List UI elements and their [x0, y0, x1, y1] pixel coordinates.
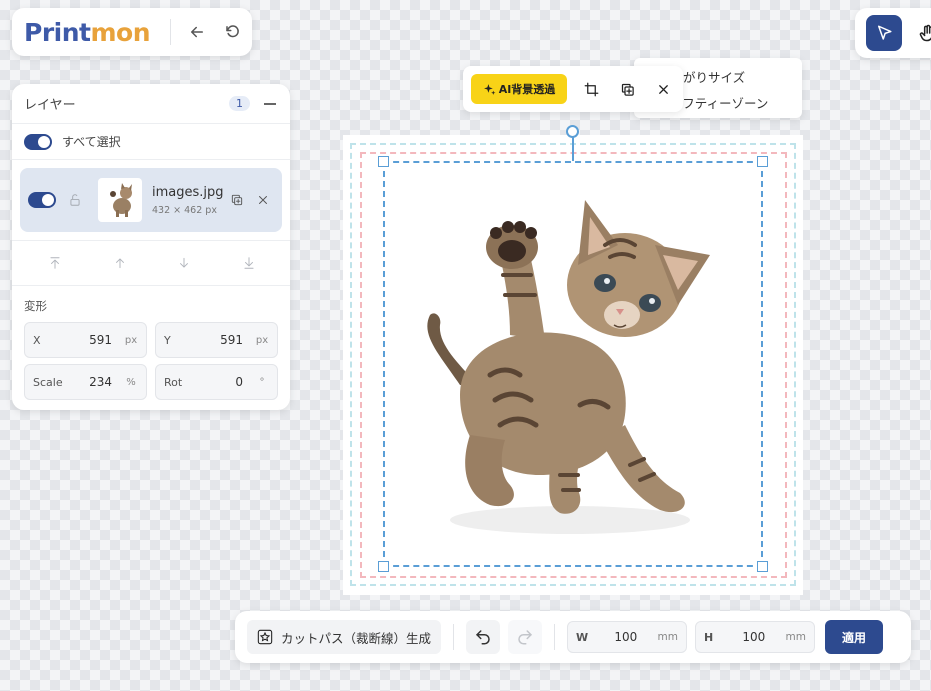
bottom-toolbar: カットパス（裁断線）生成 W 100 mm H 100 mm 適用 — [235, 611, 911, 663]
select-tool-button[interactable] — [866, 15, 902, 51]
back-button[interactable] — [181, 16, 213, 48]
undo-button[interactable] — [466, 620, 501, 654]
bring-to-front-button[interactable] — [44, 252, 66, 274]
close-icon — [259, 196, 267, 204]
scale-label: Scale — [33, 375, 63, 389]
resize-handle-bottom-right[interactable] — [757, 561, 768, 572]
crop-button[interactable] — [573, 73, 609, 105]
apply-button[interactable]: 適用 — [825, 620, 884, 654]
generate-cut-path-button[interactable]: カットパス（裁断線）生成 — [247, 620, 442, 654]
height-unit: mm — [785, 631, 807, 643]
rotation-label: Rot — [164, 375, 183, 389]
crop-icon — [584, 82, 598, 96]
rotation-value[interactable]: 0 — [204, 375, 255, 389]
arrow-down-icon — [180, 257, 189, 268]
arrow-left-icon — [191, 26, 203, 38]
duplicate-icon — [621, 83, 634, 96]
layer-info: images.jpg 432 × 462 px — [152, 185, 224, 216]
select-all-toggle[interactable] — [24, 133, 52, 150]
height-value[interactable]: 100 — [722, 630, 786, 644]
rotation-stem — [572, 137, 574, 161]
hand-pan-icon — [919, 24, 931, 42]
printmon-logo[interactable]: Printmon — [12, 18, 158, 47]
divider — [453, 624, 455, 650]
tool-switcher — [855, 8, 931, 58]
arrow-up-to-line-icon — [50, 257, 60, 269]
arrow-up-icon — [115, 258, 124, 269]
select-all-label: すべて選択 — [62, 135, 121, 149]
transform-fields: X 591 px Y 591 px Scale 234 % Rot 0 ° — [12, 320, 290, 402]
scale-unit: % — [126, 376, 136, 388]
header-bar: Printmon — [12, 8, 252, 56]
reset-button[interactable] — [217, 16, 249, 48]
y-value[interactable]: 591 — [204, 333, 255, 347]
transform-section-title: 変形 — [24, 299, 47, 313]
close-icon — [658, 84, 668, 94]
divider — [554, 624, 556, 650]
delete-layer-button[interactable] — [252, 189, 274, 211]
layer-thumbnail — [98, 178, 142, 222]
layer-dimensions: 432 × 462 px — [152, 204, 217, 216]
layer-panel-header: レイヤー 1 — [12, 84, 290, 124]
logo-part-mon: mon — [90, 17, 151, 47]
select-pointer-icon — [878, 25, 892, 40]
kitten-thumbnail-image — [110, 183, 132, 217]
layer-lock-button[interactable] — [68, 192, 84, 208]
ai-button-label: AI背景透過 — [498, 83, 556, 96]
y-unit: px — [255, 334, 269, 346]
width-field[interactable]: W 100 mm — [567, 621, 688, 653]
star-frame-icon — [257, 629, 273, 645]
image-toolbar: AI背景透過 — [463, 66, 683, 112]
move-up-button[interactable] — [109, 252, 131, 274]
rotation-handle[interactable] — [566, 125, 579, 138]
layer-item[interactable]: images.jpg 432 × 462 px — [20, 168, 282, 232]
x-label: X — [33, 333, 41, 347]
arrow-down-to-line-icon — [244, 257, 254, 269]
sparkles-icon — [483, 83, 496, 95]
resize-handle-top-right[interactable] — [757, 156, 768, 167]
width-label: W — [576, 630, 589, 644]
cut-path-label: カットパス（裁断線）生成 — [281, 630, 432, 646]
rotation-unit: ° — [259, 376, 265, 388]
redo-button[interactable] — [508, 620, 543, 654]
x-value[interactable]: 591 — [73, 333, 124, 347]
layer-panel-title: レイヤー — [24, 98, 76, 113]
y-label: Y — [164, 333, 171, 347]
x-unit: px — [124, 334, 138, 346]
scale-value[interactable]: 234 — [73, 375, 124, 389]
height-label: H — [704, 630, 714, 644]
move-down-button[interactable] — [173, 252, 195, 274]
rotate-ccw-icon — [226, 25, 239, 38]
resize-handle-bottom-left[interactable] — [378, 561, 389, 572]
hand-tool-button[interactable] — [910, 15, 931, 51]
send-to-back-button[interactable] — [238, 252, 260, 274]
layer-panel: レイヤー 1 すべて選択 images.jpg 432 × 462 px 変形 … — [12, 84, 290, 410]
layer-name: images.jpg — [152, 184, 224, 200]
duplicate-image-button[interactable] — [609, 73, 645, 105]
duplicate-layer-button[interactable] — [226, 189, 248, 211]
width-unit: mm — [657, 631, 679, 643]
x-field[interactable]: X 591 px — [24, 322, 147, 358]
select-all-row: すべて選択 — [12, 124, 290, 160]
y-field[interactable]: Y 591 px — [155, 322, 278, 358]
collapse-panel-button[interactable] — [262, 96, 278, 112]
duplicate-icon — [231, 194, 243, 206]
unlock-icon — [70, 194, 80, 206]
close-toolbar-button[interactable] — [645, 73, 681, 105]
layer-visibility-toggle[interactable] — [28, 192, 56, 208]
scale-field[interactable]: Scale 234 % — [24, 364, 147, 400]
divider — [170, 19, 171, 45]
minus-icon — [264, 102, 276, 105]
layer-order-controls — [12, 240, 290, 286]
rotation-field[interactable]: Rot 0 ° — [155, 364, 278, 400]
width-value[interactable]: 100 — [594, 630, 658, 644]
selection-box[interactable] — [383, 161, 763, 567]
ai-background-removal-button[interactable]: AI背景透過 — [471, 74, 567, 104]
redo-icon — [518, 630, 532, 645]
height-field[interactable]: H 100 mm — [695, 621, 816, 653]
resize-handle-top-left[interactable] — [378, 156, 389, 167]
undo-icon — [476, 630, 490, 645]
layer-count-badge: 1 — [229, 96, 250, 111]
logo-part-print: Print — [24, 17, 91, 47]
